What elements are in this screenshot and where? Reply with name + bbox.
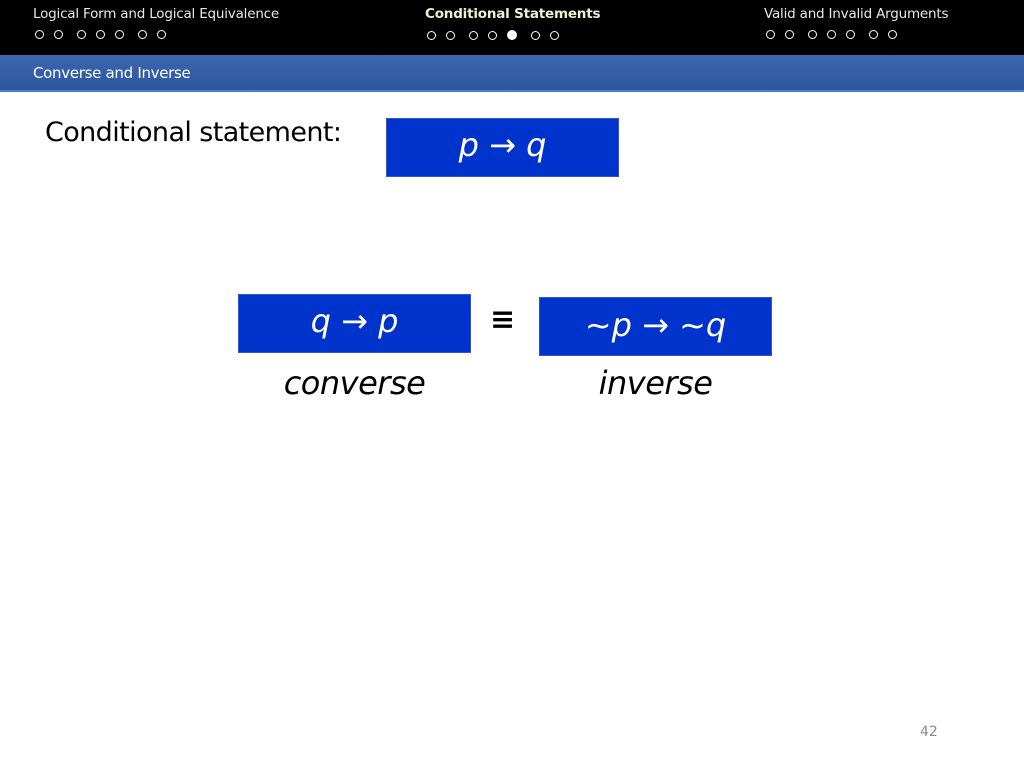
slide-dots — [35, 30, 279, 39]
inverse-formula-box: ~p → ~q — [539, 297, 772, 356]
conditional-statement-label: Conditional statement: — [45, 117, 342, 148]
nav-section-valid-invalid-arguments: Valid and Invalid Arguments — [764, 6, 948, 39]
slide-dot[interactable] — [35, 30, 44, 39]
section-navigation-bar: Logical Form and Logical Equivalence Con… — [0, 0, 1024, 55]
slide-dot[interactable] — [77, 30, 86, 39]
slide-dot[interactable] — [808, 30, 817, 39]
slide-dot[interactable] — [531, 30, 540, 40]
slide-dot[interactable] — [766, 30, 775, 39]
page-number: 42 — [920, 724, 938, 740]
nav-section-title[interactable]: Valid and Invalid Arguments — [764, 6, 948, 22]
slide: Logical Form and Logical Equivalence Con… — [0, 0, 1024, 768]
slide-dot[interactable] — [869, 30, 878, 39]
conditional-formula: p → q — [458, 125, 547, 164]
converse-caption: converse — [283, 364, 426, 402]
slide-dots — [766, 30, 948, 39]
nav-section-logical-form: Logical Form and Logical Equivalence — [33, 6, 279, 39]
slide-dot[interactable] — [138, 30, 147, 39]
inverse-formula: ~p → ~q — [584, 305, 727, 344]
slide-dot[interactable] — [888, 30, 897, 39]
slide-subtitle: Converse and Inverse — [33, 64, 191, 82]
equivalence-symbol: ≡ — [490, 302, 516, 337]
slide-dot[interactable] — [827, 30, 836, 39]
converse-formula-box: q → p — [238, 294, 471, 353]
slide-dot[interactable] — [785, 30, 794, 39]
slide-dot[interactable] — [157, 30, 166, 39]
nav-section-title[interactable]: Conditional Statements — [425, 6, 601, 22]
slide-dot[interactable] — [550, 30, 559, 40]
slide-dots — [427, 30, 600, 40]
nav-section-title[interactable]: Logical Form and Logical Equivalence — [33, 6, 279, 22]
slide-dot[interactable] — [846, 30, 855, 39]
slide-dot[interactable] — [54, 30, 63, 39]
slide-dot[interactable] — [427, 30, 436, 40]
slide-dot[interactable] — [96, 30, 105, 39]
inverse-caption: inverse — [598, 364, 713, 402]
slide-dot[interactable] — [488, 30, 497, 40]
converse-formula: q → p — [310, 301, 399, 340]
slide-dot[interactable] — [115, 30, 124, 39]
slide-dot[interactable] — [469, 30, 478, 40]
current-slide-dot[interactable] — [507, 30, 517, 40]
slide-subheader-bar: Converse and Inverse — [0, 55, 1024, 92]
slide-dot[interactable] — [446, 30, 455, 40]
conditional-formula-box: p → q — [386, 118, 619, 177]
nav-section-conditional-statements: Conditional Statements — [425, 6, 601, 40]
